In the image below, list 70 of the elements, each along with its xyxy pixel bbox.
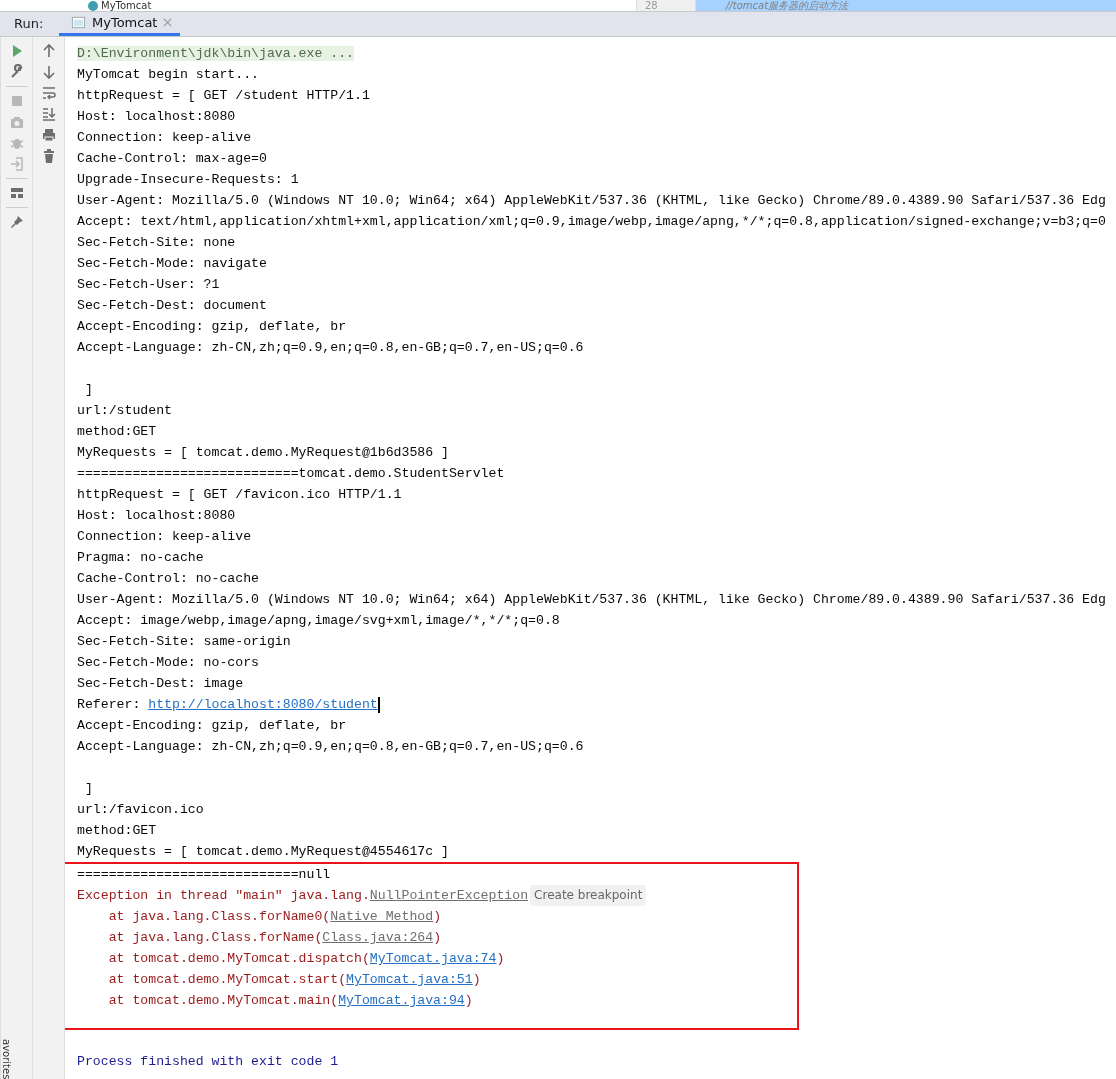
console-line: ============================tomcat.demo.StudentServlet	[77, 466, 505, 481]
console-line: Connection: keep-alive	[77, 529, 252, 544]
link[interactable]: NullPointerException	[369, 888, 529, 903]
console-text: )	[433, 930, 442, 945]
scroll-to-end-icon[interactable]	[40, 106, 57, 122]
run-label: Run:	[14, 15, 45, 34]
create-breakpoint-button[interactable]: Create breakpoint	[530, 885, 647, 906]
console-line: ============================null	[77, 867, 331, 882]
link[interactable]: MyTomcat.java:51	[346, 972, 473, 987]
console-line: Sec-Fetch-Mode: navigate	[77, 256, 267, 271]
console-line: httpRequest = [ GET /favicon.ico HTTP/1.1	[77, 487, 402, 502]
console-line: Sec-Fetch-Site: none	[77, 235, 236, 250]
console-line: Accept: text/html,application/xhtml+xml,application/xml;q=0.9,image/webp,image/apng,*/*;q=0.8,application/signed-exchange;v=b3;q=0	[77, 214, 1106, 229]
console-line: Sec-Fetch-Site: same-origin	[77, 634, 291, 649]
console-line: MyRequests = [ tomcat.demo.MyRequest@4554617c ]	[77, 844, 449, 859]
console-line: method:GET	[77, 823, 157, 838]
console-line: Sec-Fetch-Dest: image	[77, 676, 244, 691]
link[interactable]: MyTomcat.java:94	[338, 993, 465, 1008]
class-icon	[88, 0, 98, 11]
console-line: ]	[83, 781, 93, 796]
console-line: Accept-Language: zh-CN,zh;q=0.9,en;q=0.8,en-GB;q=0.7,en-US;q=0.6	[77, 340, 584, 355]
console-line: Host: localhost:8080	[77, 508, 236, 523]
link[interactable]: MyTomcat.java:74	[369, 951, 497, 966]
link[interactable]: Native Method	[330, 909, 434, 924]
tree-item[interactable]: MyTomcat	[101, 0, 152, 11]
console-line: User-Agent: Mozilla/5.0 (Windows NT 10.0; Win64; x64) AppleWebKit/537.36 (KHTML, like Gecko) Chrome/89.0.4389.90 Safari/537.36 Edg	[77, 193, 1106, 208]
tool-window-stripe[interactable]: avorites	[1, 1038, 12, 1079]
console-line: MyTomcat begin start...	[77, 67, 260, 82]
line-number: 28	[636, 0, 696, 11]
run-tab[interactable]: MyTomcat	[59, 12, 181, 36]
console-text: at tomcat.demo.MyTomcat.main(	[107, 993, 339, 1008]
console-text: at java.lang.Class.forName(	[107, 930, 323, 945]
console-line: ]	[83, 382, 93, 397]
console-text: at tomcat.demo.MyTomcat.dispatch(	[107, 951, 370, 966]
code-comment: //tomcat服务器的启动方法	[696, 0, 1116, 11]
arrow-down-icon[interactable]	[40, 64, 57, 80]
link[interactable]: http://localhost:8080/student	[148, 697, 378, 712]
console-line: url:/student	[77, 403, 172, 418]
console-text: at tomcat.demo.MyTomcat.start(	[107, 972, 347, 987]
console-line: Cache-Control: max-age=0	[77, 151, 267, 166]
print-icon[interactable]	[40, 127, 57, 143]
console-line: Accept: image/webp,image/apng,image/svg+xml,image/*,*/*;q=0.8	[77, 613, 560, 628]
console-line: Accept-Encoding: gzip, deflate, br	[77, 718, 347, 733]
console-line: Process finished with exit code 1	[77, 1054, 339, 1069]
console-line: Cache-Control: no-cache	[77, 571, 260, 586]
console-text: )	[464, 993, 473, 1008]
console-line: Sec-Fetch-Dest: document	[77, 298, 267, 313]
console-text: at java.lang.Class.forName0(	[107, 909, 331, 924]
console-line: Pragma: no-cache	[77, 550, 204, 565]
console-text: )	[433, 909, 442, 924]
console-text: )	[496, 951, 505, 966]
link[interactable]: Class.java:264	[322, 930, 434, 945]
layout-icon[interactable]	[8, 185, 25, 201]
console-text: )	[472, 972, 481, 987]
console-line: Sec-Fetch-Mode: no-cors	[77, 655, 260, 670]
console-line: Accept-Encoding: gzip, deflate, br	[77, 319, 347, 334]
console-line: MyRequests = [ tomcat.demo.MyRequest@1b6d3586 ]	[77, 445, 449, 460]
console-text: Referer:	[77, 697, 142, 712]
soft-wrap-icon[interactable]	[40, 85, 57, 101]
console-icon	[71, 15, 86, 30]
console-line: httpRequest = [ GET /student HTTP/1.1	[77, 88, 370, 103]
console-text: Exception in thread "main" java.lang.	[77, 888, 370, 903]
console-line: Sec-Fetch-User: ?1	[77, 277, 220, 292]
console-line: url:/favicon.ico	[77, 802, 204, 817]
console-line: method:GET	[77, 424, 157, 439]
console-line: Connection: keep-alive	[77, 130, 252, 145]
console-line: Upgrade-Insecure-Requests: 1	[77, 172, 299, 187]
console-line: Accept-Language: zh-CN,zh;q=0.9,en;q=0.8,en-GB;q=0.7,en-US;q=0.6	[77, 739, 584, 754]
console-line: Host: localhost:8080	[77, 109, 236, 124]
console-line: User-Agent: Mozilla/5.0 (Windows NT 10.0; Win64; x64) AppleWebKit/537.36 (KHTML, like Gecko) Chrome/89.0.4389.90 Safari/537.36 Edg	[77, 592, 1106, 607]
